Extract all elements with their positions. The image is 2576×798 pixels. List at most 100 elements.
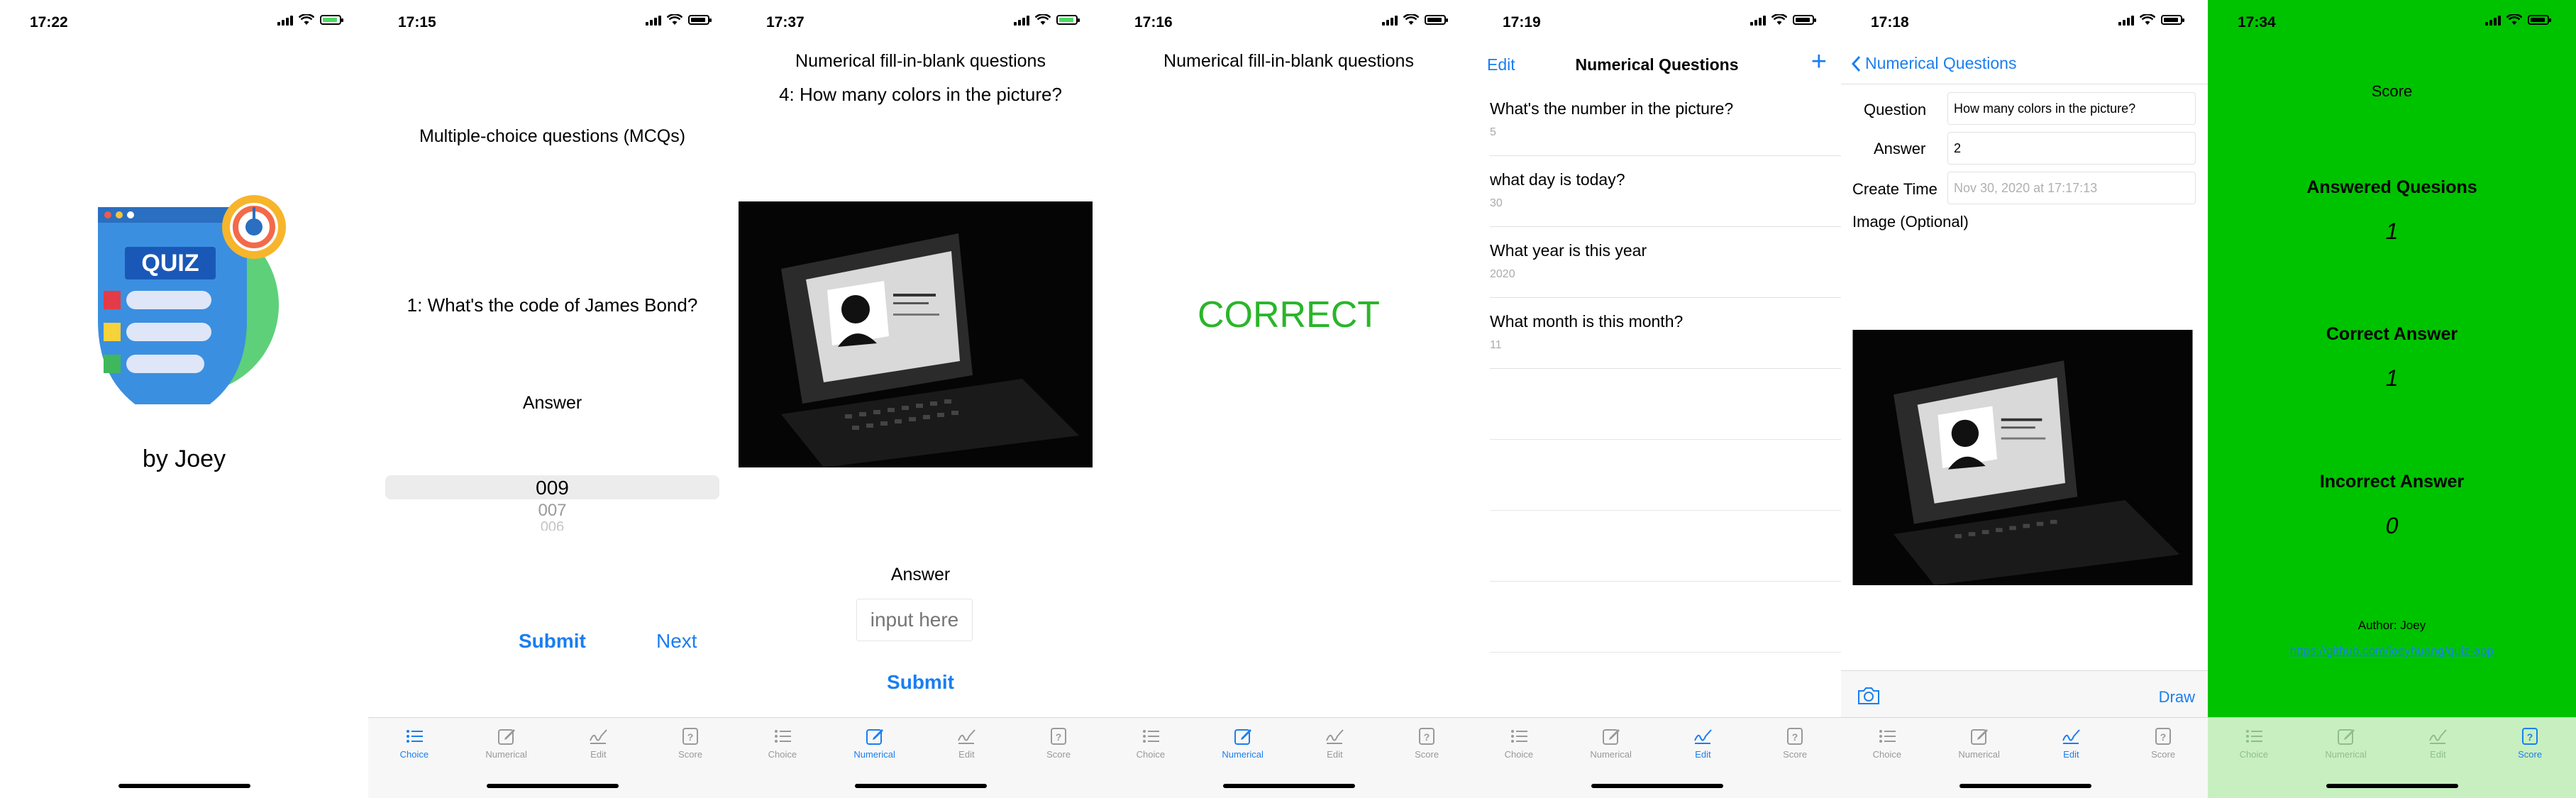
answer-label: Answer: [522, 393, 582, 413]
tab-label: Score: [1046, 749, 1071, 760]
edit-square-icon: [497, 729, 515, 745]
cellular-signal-icon: [1382, 14, 1398, 26]
tab-choice[interactable]: Choice: [368, 718, 460, 798]
tab-choice[interactable]: Choice: [1841, 718, 1933, 798]
status-bar: 17:18: [1841, 0, 2209, 50]
screen-question-detail: 17:18 Numerical Questions Question How m…: [1841, 0, 2209, 798]
svg-text:?: ?: [2160, 731, 2167, 743]
question-square-icon: ?: [682, 728, 699, 745]
battery-icon: [1793, 15, 1816, 25]
submit-button[interactable]: Submit: [736, 671, 1105, 694]
status-icons: [2485, 14, 2551, 26]
correct-value: 1: [2385, 365, 2399, 391]
tab-label: Numerical: [1590, 749, 1632, 760]
tab-score[interactable]: ? Score: [644, 718, 736, 798]
tab-label: Edit: [2063, 749, 2079, 760]
camera-icon[interactable]: [1857, 687, 1881, 705]
tab-choice[interactable]: Choice: [736, 718, 829, 798]
question-image[interactable]: [1852, 330, 2193, 585]
status-time: 17:34: [2238, 14, 2276, 31]
image-toolbar: Draw: [1841, 670, 2209, 719]
back-button[interactable]: Numerical Questions: [1851, 54, 2016, 73]
tab-label: Numerical: [1222, 749, 1264, 760]
list-item[interactable]: What month is this month? 11: [1490, 298, 1841, 369]
tab-label: Edit: [1695, 749, 1711, 760]
status-icons: [1382, 14, 1448, 26]
home-indicator: [854, 784, 987, 788]
status-time: 17:19: [1503, 14, 1541, 31]
picker-option[interactable]: 006: [385, 519, 719, 531]
next-button[interactable]: Next: [656, 630, 697, 653]
tab-label: Score: [678, 749, 703, 760]
author-label: Author: Joey: [2357, 619, 2426, 632]
status-icons: [277, 14, 343, 26]
picker-option[interactable]: 007: [385, 501, 719, 521]
tab-label: Choice: [2239, 749, 2269, 760]
status-time: 17:22: [30, 14, 68, 31]
status-icons: [1750, 14, 1816, 26]
question-text: 4: How many colors in the picture?: [779, 84, 1062, 105]
answered-value: 1: [2385, 218, 2399, 244]
tab-score[interactable]: ? Score: [1749, 718, 1841, 798]
battery-icon: [2161, 15, 2184, 25]
list-item[interactable]: What year is this year 2020: [1490, 227, 1841, 298]
answer-label: Answer: [890, 565, 951, 584]
tab-score[interactable]: ? Score: [2484, 718, 2576, 798]
home-indicator: [2326, 784, 2458, 788]
screen-choice: 17:15 Multiple-choice questions (MCQs) 1…: [368, 0, 736, 798]
home-indicator: [1591, 784, 1723, 788]
svg-text:?: ?: [1792, 731, 1798, 743]
status-time: 17:16: [1134, 14, 1173, 31]
tab-choice[interactable]: Choice: [2208, 718, 2300, 798]
wifi-icon: [1403, 14, 1419, 25]
empty-row: [1490, 582, 1841, 653]
tab-choice[interactable]: Choice: [1473, 718, 1565, 798]
answer-input[interactable]: [856, 599, 973, 641]
picker-option-selected[interactable]: 009: [385, 477, 719, 499]
page-title: Numerical fill-in-blank questions: [1163, 51, 1414, 71]
tab-score[interactable]: ? Score: [2117, 718, 2209, 798]
list-item-question: What's the number in the picture?: [1490, 99, 1734, 118]
incorrect-value: 0: [2385, 513, 2399, 538]
list-item[interactable]: What's the number in the picture? 5: [1490, 85, 1841, 156]
svg-text:?: ?: [1056, 731, 1062, 743]
tab-choice[interactable]: Choice: [1105, 718, 1197, 798]
page-title: Numerical fill-in-blank questions: [795, 51, 1046, 71]
cellular-signal-icon: [277, 14, 293, 26]
signature-icon: [958, 729, 976, 744]
answer-picker[interactable]: 009 007 006: [385, 474, 719, 545]
tab-score[interactable]: ? Score: [1381, 718, 1473, 798]
tab-label: Choice: [1872, 749, 1902, 760]
svg-text:?: ?: [687, 731, 694, 743]
question-square-icon: ?: [1787, 728, 1803, 745]
status-bar: 17:16: [1105, 0, 1473, 50]
list-item[interactable]: what day is today? 30: [1490, 156, 1841, 227]
screen-question-list: 17:19 Edit Numerical Questions + What's …: [1473, 0, 1841, 798]
tab-score[interactable]: ? Score: [1012, 718, 1105, 798]
tab-label: Numerical: [1958, 749, 2000, 760]
question-field[interactable]: How many colors in the picture?: [1947, 92, 2196, 125]
github-link[interactable]: https://github.com/joeyhuang/quiz-app: [2208, 644, 2576, 658]
create-time-label: Create Time: [1852, 180, 1937, 198]
screen-result: 17:16 Numerical fill-in-blank questions …: [1105, 0, 1473, 798]
submit-button[interactable]: Submit: [519, 630, 586, 653]
svg-text:?: ?: [2527, 731, 2533, 743]
create-time-field: Nov 30, 2020 at 17:17:13: [1947, 172, 2196, 204]
wifi-icon: [667, 14, 682, 25]
cellular-signal-icon: [2485, 14, 2501, 26]
tab-label: Numerical: [853, 749, 895, 760]
answer-field[interactable]: 2: [1947, 132, 2196, 165]
add-question-button[interactable]: +: [1811, 48, 1827, 75]
battery-icon: [2528, 15, 2551, 25]
status-time: 17:37: [766, 14, 805, 31]
status-bar: 17:19: [1473, 0, 1841, 50]
cellular-signal-icon: [646, 14, 661, 26]
battery-icon: [1425, 15, 1448, 25]
draw-button[interactable]: Draw: [2159, 688, 2195, 706]
question-square-icon: ?: [1419, 728, 1435, 745]
image-label: Image (Optional): [1852, 213, 1969, 231]
question-label: Question: [1864, 101, 1927, 118]
cellular-signal-icon: [1750, 14, 1766, 26]
list-icon: [1142, 730, 1159, 743]
tab-label: Choice: [768, 749, 797, 760]
